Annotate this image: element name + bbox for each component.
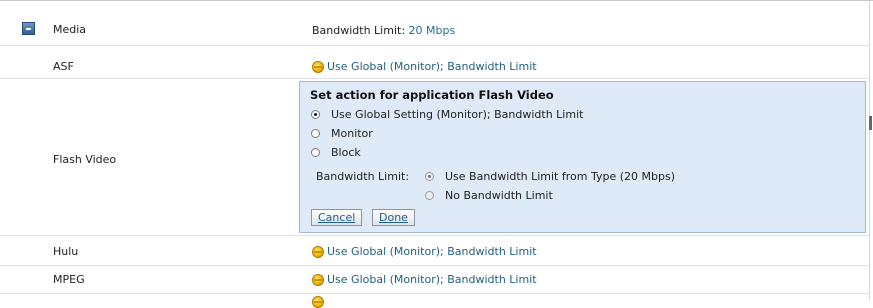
action-link[interactable]: Use Global (Monitor); Bandwidth Limit [312,273,537,286]
collapse-minus-icon[interactable] [22,22,35,35]
action-label: Use Global (Monitor); Bandwidth Limit [327,273,537,286]
scroll-marker [869,116,872,130]
app-name: MPEG [53,273,85,286]
radio-monitor[interactable] [311,129,320,138]
cancel-button[interactable]: Cancel [311,209,363,226]
bandwidth-value: 20 Mbps [408,24,456,37]
table-right-border [869,0,870,301]
done-button[interactable]: Done [372,209,415,226]
action-label: Use Global (Monitor); Bandwidth Limit [327,60,537,73]
globe-icon [312,60,324,73]
radio-block[interactable] [311,148,320,157]
bandwidth-prefix: Bandwidth Limit: [312,24,406,37]
globe-icon [312,296,324,308]
media-group-label: Media [53,23,87,36]
media-group-row: Media Bandwidth Limit: 20 Mbps [0,13,869,46]
radio-label: Block [331,146,361,159]
app-name: Hulu [53,245,79,258]
globe-icon [312,273,324,286]
media-bandwidth: Bandwidth Limit: 20 Mbps [312,24,455,37]
radio-no-bandwidth-limit[interactable] [425,191,434,200]
panel-title: Set action for application Flash Video [310,88,554,102]
table-row: Hulu Use Global (Monitor); Bandwidth Lim… [0,237,869,266]
table-top-border [0,0,873,1]
radio-use-global[interactable] [311,110,320,119]
radio-label: Monitor [331,127,373,140]
app-name: Flash Video [53,153,117,166]
radio-label: Use Bandwidth Limit from Type (20 Mbps) [445,170,675,183]
action-link[interactable]: Use Global (Monitor); Bandwidth Limit [312,245,537,258]
action-link[interactable]: Use Global (Monitor); Bandwidth Limit [312,60,537,73]
radio-label: No Bandwidth Limit [445,189,553,202]
radio-bandwidth-from-type[interactable] [425,172,434,181]
action-label: Use Global (Monitor); Bandwidth Limit [327,245,537,258]
table-row: MPEG Use Global (Monitor); Bandwidth Lim… [0,267,869,294]
table-row: ASF Use Global (Monitor); Bandwidth Limi… [0,47,869,79]
bandwidth-limit-label: Bandwidth Limit: [316,170,410,183]
radio-label: Use Global Setting (Monitor); Bandwidth … [331,108,584,121]
globe-icon [312,245,324,258]
set-action-panel: Set action for application Flash Video U… [299,81,866,233]
app-name: ASF [53,60,74,73]
